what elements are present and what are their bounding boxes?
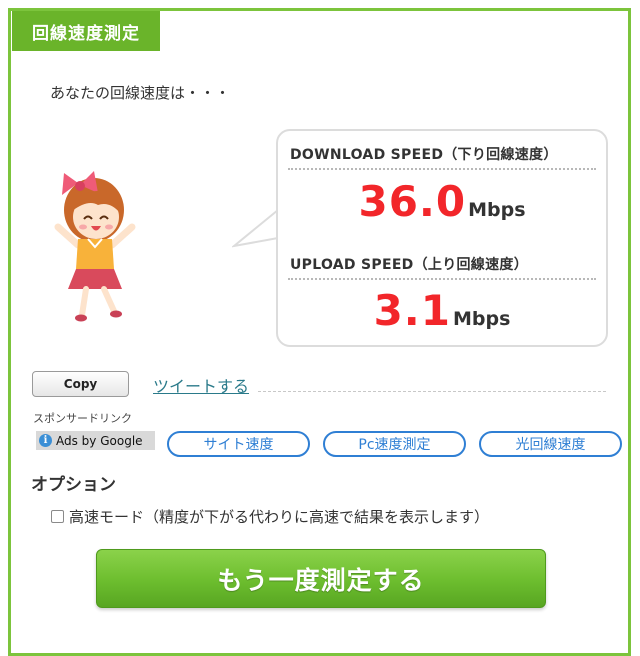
- tweet-link[interactable]: ツイートする: [153, 373, 249, 397]
- info-icon[interactable]: i: [39, 434, 52, 447]
- ads-by-google-label: Ads by Google: [56, 433, 143, 448]
- fast-mode-label[interactable]: 高速モード（精度が下がる代わりに高速で結果を表示します）: [69, 506, 489, 527]
- ads-by-google-badge[interactable]: i Ads by Google: [36, 431, 155, 450]
- girl-mascot-illustration: [50, 165, 140, 325]
- divider: [288, 168, 596, 170]
- options-heading: オプション: [31, 475, 116, 495]
- fast-mode-checkbox[interactable]: [51, 510, 64, 523]
- divider: [288, 278, 596, 280]
- download-speed-value-row: 36.0 Mbps: [278, 177, 606, 226]
- download-speed-heading: DOWNLOAD SPEED（下り回線速度）: [290, 147, 558, 163]
- download-speed-unit: Mbps: [468, 199, 526, 221]
- upload-speed-unit: Mbps: [452, 308, 511, 330]
- ad-link-site-speed[interactable]: サイト速度: [167, 431, 310, 457]
- divider: [258, 391, 606, 392]
- copy-button[interactable]: Copy: [32, 371, 129, 397]
- remeasure-button[interactable]: もう一度測定する: [96, 549, 546, 608]
- upload-speed-value: 3.1: [373, 286, 451, 335]
- upload-speed-heading: UPLOAD SPEED（上り回線速度）: [290, 257, 528, 273]
- upload-speed-value-row: 3.1 Mbps: [278, 286, 606, 335]
- ad-link-pc-speed-test[interactable]: Pc速度測定: [323, 431, 466, 457]
- speech-bubble-tail: [232, 209, 279, 248]
- intro-text: あなたの回線速度は・・・: [50, 84, 231, 102]
- page-title: 回線速度測定: [12, 11, 160, 51]
- speed-result-bubble: DOWNLOAD SPEED（下り回線速度） 36.0 Mbps UPLOAD S…: [276, 129, 608, 347]
- download-speed-value: 36.0: [358, 177, 467, 226]
- ad-link-fiber-speed[interactable]: 光回線速度: [479, 431, 622, 457]
- sponsored-links-label: スポンサードリンク: [33, 412, 132, 425]
